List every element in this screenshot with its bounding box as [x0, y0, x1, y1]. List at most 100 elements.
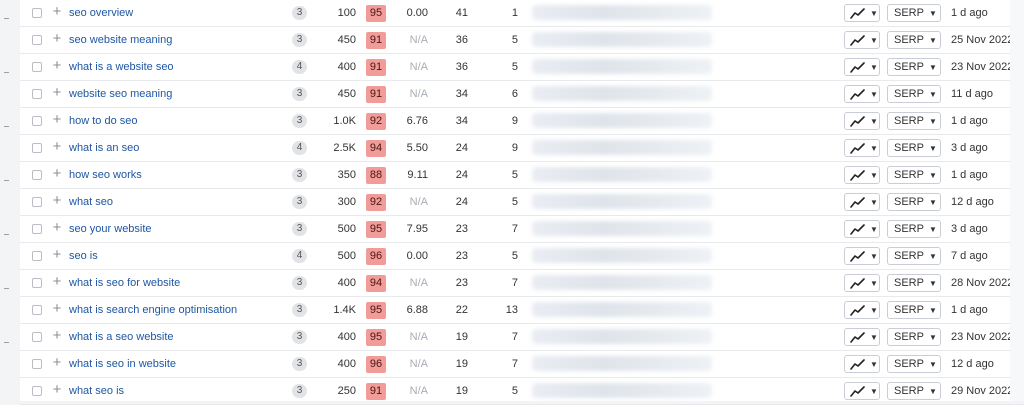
- keyword-link[interactable]: what is an seo: [69, 142, 139, 154]
- trend-button[interactable]: ▼: [844, 58, 880, 76]
- metric-value: 5: [511, 385, 518, 397]
- blurred-content: [532, 221, 712, 236]
- metric-value: 24: [455, 196, 468, 208]
- serp-button[interactable]: SERP ▼: [887, 112, 941, 130]
- plus-icon[interactable]: +: [50, 112, 64, 127]
- trend-button[interactable]: ▼: [844, 139, 880, 157]
- serp-label: SERP: [894, 331, 924, 343]
- plus-icon[interactable]: +: [50, 247, 64, 262]
- trend-button[interactable]: ▼: [844, 382, 880, 400]
- keyword-link[interactable]: seo your website: [69, 223, 152, 235]
- plus-icon[interactable]: +: [50, 4, 64, 19]
- serp-button[interactable]: SERP ▼: [887, 274, 941, 292]
- keyword-link[interactable]: seo overview: [69, 7, 133, 19]
- updated-date: 12 d ago: [951, 358, 994, 370]
- row-checkbox[interactable]: [32, 8, 42, 18]
- keyword-link[interactable]: what seo: [69, 196, 113, 208]
- row-checkbox[interactable]: [32, 224, 42, 234]
- plus-icon[interactable]: +: [50, 274, 64, 289]
- keyword-link[interactable]: seo website meaning: [69, 34, 172, 46]
- plus-icon[interactable]: +: [50, 193, 64, 208]
- plus-icon[interactable]: +: [50, 220, 64, 235]
- keyword-link[interactable]: how to do seo: [69, 115, 138, 127]
- word-count-badge: 3: [292, 303, 307, 317]
- word-count-badge: 3: [292, 87, 307, 101]
- plus-icon[interactable]: +: [50, 328, 64, 343]
- updated-date: 1 d ago: [951, 304, 988, 316]
- trend-button[interactable]: ▼: [844, 355, 880, 373]
- row-checkbox[interactable]: [32, 89, 42, 99]
- trend-button[interactable]: ▼: [844, 193, 880, 211]
- plus-icon[interactable]: +: [50, 301, 64, 316]
- row-checkbox[interactable]: [32, 278, 42, 288]
- serp-button[interactable]: SERP ▼: [887, 355, 941, 373]
- trend-button[interactable]: ▼: [844, 166, 880, 184]
- volume-value: 100: [337, 7, 356, 19]
- updated-date: 28 Nov 2022: [951, 277, 1014, 289]
- serp-button[interactable]: SERP ▼: [887, 166, 941, 184]
- trend-button[interactable]: ▼: [844, 85, 880, 103]
- trend-chart-icon: [850, 116, 865, 127]
- volume-value: 400: [337, 61, 356, 73]
- row-checkbox[interactable]: [32, 386, 42, 396]
- gutter-tick: [4, 234, 9, 235]
- row-checkbox[interactable]: [32, 143, 42, 153]
- serp-button[interactable]: SERP ▼: [887, 139, 941, 157]
- serp-button[interactable]: SERP ▼: [887, 58, 941, 76]
- trend-button[interactable]: ▼: [844, 220, 880, 238]
- keyword-link[interactable]: what is a seo website: [69, 331, 174, 343]
- caret-down-icon: ▼: [870, 225, 878, 234]
- keyword-link[interactable]: website seo meaning: [69, 88, 172, 100]
- trend-button[interactable]: ▼: [844, 112, 880, 130]
- trend-button[interactable]: ▼: [844, 247, 880, 265]
- metric-value: 13: [505, 304, 518, 316]
- row-checkbox[interactable]: [32, 116, 42, 126]
- trend-button[interactable]: ▼: [844, 4, 880, 22]
- row-checkbox[interactable]: [32, 35, 42, 45]
- metric-value: 36: [455, 34, 468, 46]
- trend-button[interactable]: ▼: [844, 328, 880, 346]
- word-count-badge: 4: [292, 60, 307, 74]
- serp-button[interactable]: SERP ▼: [887, 31, 941, 49]
- table-row: + website seo meaning 3 450 91 N/A 34 6 …: [20, 81, 1024, 108]
- keyword-link[interactable]: what is search engine optimisation: [69, 304, 237, 316]
- row-checkbox[interactable]: [32, 305, 42, 315]
- updated-date: 11 d ago: [951, 88, 994, 100]
- row-checkbox[interactable]: [32, 332, 42, 342]
- serp-button[interactable]: SERP ▼: [887, 328, 941, 346]
- keyword-link[interactable]: what is seo in website: [69, 358, 176, 370]
- serp-button[interactable]: SERP ▼: [887, 4, 941, 22]
- plus-icon[interactable]: +: [50, 166, 64, 181]
- plus-icon[interactable]: +: [50, 139, 64, 154]
- row-checkbox[interactable]: [32, 359, 42, 369]
- trend-button[interactable]: ▼: [844, 274, 880, 292]
- keyword-link[interactable]: seo is: [69, 250, 98, 262]
- trend-button[interactable]: ▼: [844, 31, 880, 49]
- serp-button[interactable]: SERP ▼: [887, 382, 941, 400]
- plus-icon[interactable]: +: [50, 382, 64, 397]
- trend-button[interactable]: ▼: [844, 301, 880, 319]
- updated-date: 29 Nov 2022: [951, 385, 1014, 397]
- row-checkbox[interactable]: [32, 197, 42, 207]
- kd-badge: 95: [366, 302, 386, 319]
- plus-icon[interactable]: +: [50, 355, 64, 370]
- keyword-link[interactable]: what is seo for website: [69, 277, 180, 289]
- row-checkbox[interactable]: [32, 251, 42, 261]
- keyword-link[interactable]: what is a website seo: [69, 61, 174, 73]
- row-checkbox[interactable]: [32, 62, 42, 72]
- scrollbar-track[interactable]: [1010, 0, 1024, 401]
- serp-button[interactable]: SERP ▼: [887, 247, 941, 265]
- plus-icon[interactable]: +: [50, 31, 64, 46]
- serp-button[interactable]: SERP ▼: [887, 193, 941, 211]
- keyword-link[interactable]: how seo works: [69, 169, 142, 181]
- serp-button[interactable]: SERP ▼: [887, 85, 941, 103]
- row-checkbox[interactable]: [32, 170, 42, 180]
- serp-button[interactable]: SERP ▼: [887, 301, 941, 319]
- plus-icon[interactable]: +: [50, 85, 64, 100]
- keyword-link[interactable]: what seo is: [69, 385, 124, 397]
- trend-chart-icon: [850, 170, 865, 181]
- serp-button[interactable]: SERP ▼: [887, 220, 941, 238]
- plus-icon[interactable]: +: [50, 58, 64, 73]
- metric-value: 24: [455, 169, 468, 181]
- gutter-tick: [4, 18, 9, 19]
